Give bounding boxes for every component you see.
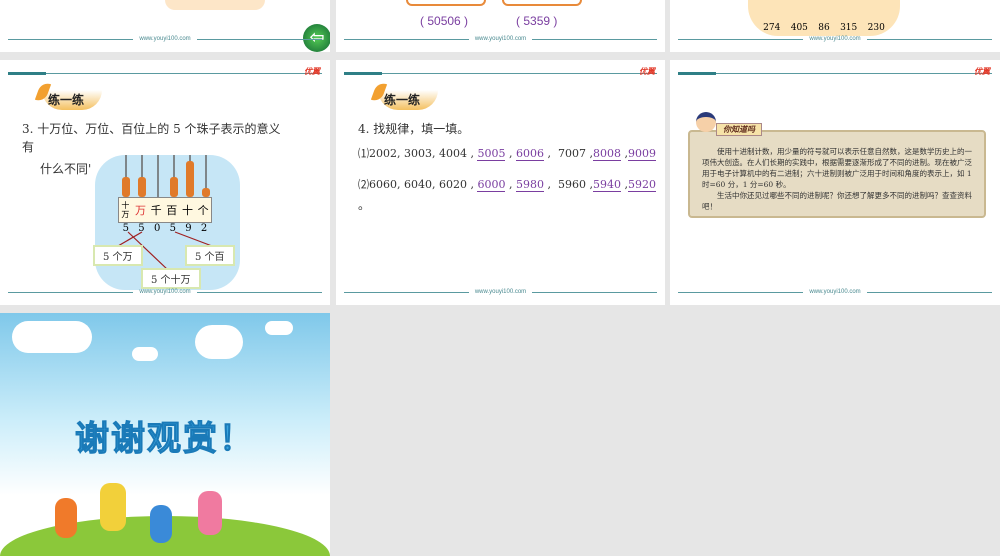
scroll-panel: 使用十进制计数，用少量的符号就可以表示任意自然数，这是数学历史上的一项伟大创造。… — [688, 130, 986, 218]
slide-thumbnail-did-you-know[interactable]: 优翼 使用十进制计数，用少量的符号就可以表示任意自然数，这是数学历史上的一项伟大… — [670, 60, 1000, 305]
abacus-left — [406, 0, 486, 6]
slide-footer: www.youyi100.com — [678, 287, 993, 297]
label-5-bai: 5 个百 — [185, 245, 235, 266]
abacus-right — [502, 0, 582, 6]
slide-footer: www.youyi100.com — [8, 34, 323, 44]
graduate-cap-icon — [696, 112, 716, 132]
slide-thumbnail-3[interactable]: 274 405 86 315 230 www.youyi100.com — [670, 0, 1000, 52]
footer-url: www.youyi100.com — [139, 36, 191, 42]
label-5-shiwan: 5 个十万 — [141, 268, 201, 289]
slide-thumbnail-2[interactable]: ( 50506 ) ( 5359 ) www.youyi100.com — [336, 0, 665, 52]
label-5-wan: 5 个万 — [93, 245, 143, 266]
cloud-icon — [132, 347, 158, 361]
paragraph-2: 生活中你还见过哪些不同的进制呢？你还想了解更多不同的进制吗？查查资料吧！ — [702, 191, 972, 211]
slide-footer: www.youyi100.com — [344, 34, 658, 44]
abacus-panel: 274 405 86 315 230 — [748, 0, 900, 36]
practice-badge: 练一练 — [378, 90, 438, 110]
slide-footer: www.youyi100.com — [344, 287, 658, 297]
slide-footer: www.youyi100.com — [678, 34, 993, 44]
answer-2: 5359 — [523, 14, 551, 28]
cloud-decoration — [165, 0, 265, 10]
sequence-line-2: ⑵6060, 6040, 6020 , 6000 , 5980 , 5960 ,… — [358, 178, 656, 192]
cloud-icon — [195, 325, 243, 359]
cloud-icon — [12, 321, 92, 353]
did-you-know-title: 你知道吗 — [716, 123, 762, 136]
slide-footer: www.youyi100.com — [8, 287, 323, 297]
sequence-line-1: ⑴2002, 3003, 4004 , 5005 , 6006 , 7007 ,… — [358, 147, 656, 161]
question: 4. 找规律，填一填。 — [358, 122, 470, 136]
paragraph-1: 使用十进制计数，用少量的符号就可以表示任意自然数，这是数学历史上的一项伟大创造。… — [702, 147, 972, 189]
answer-1: 50506 — [427, 14, 461, 28]
cloud-icon — [265, 321, 293, 335]
slide-thumbnail-practice-4[interactable]: 优翼 练一练 4. 找规律，填一填。 ⑴2002, 3003, 4004 , 5… — [336, 60, 665, 305]
slide-thumbnail-thanks[interactable]: 谢谢观赏！ — [0, 313, 330, 556]
children-illustration — [50, 483, 230, 543]
slide-thumbnail-1[interactable]: ⇦ www.youyi100.com — [0, 0, 330, 52]
slide-thumbnail-practice-3[interactable]: 优翼 练一练 3. 十万位、万位、百位上的 5 个珠子表示的意义 有 什么不同'… — [0, 60, 330, 305]
thanks-title: 谢谢观赏！ — [75, 419, 255, 460]
